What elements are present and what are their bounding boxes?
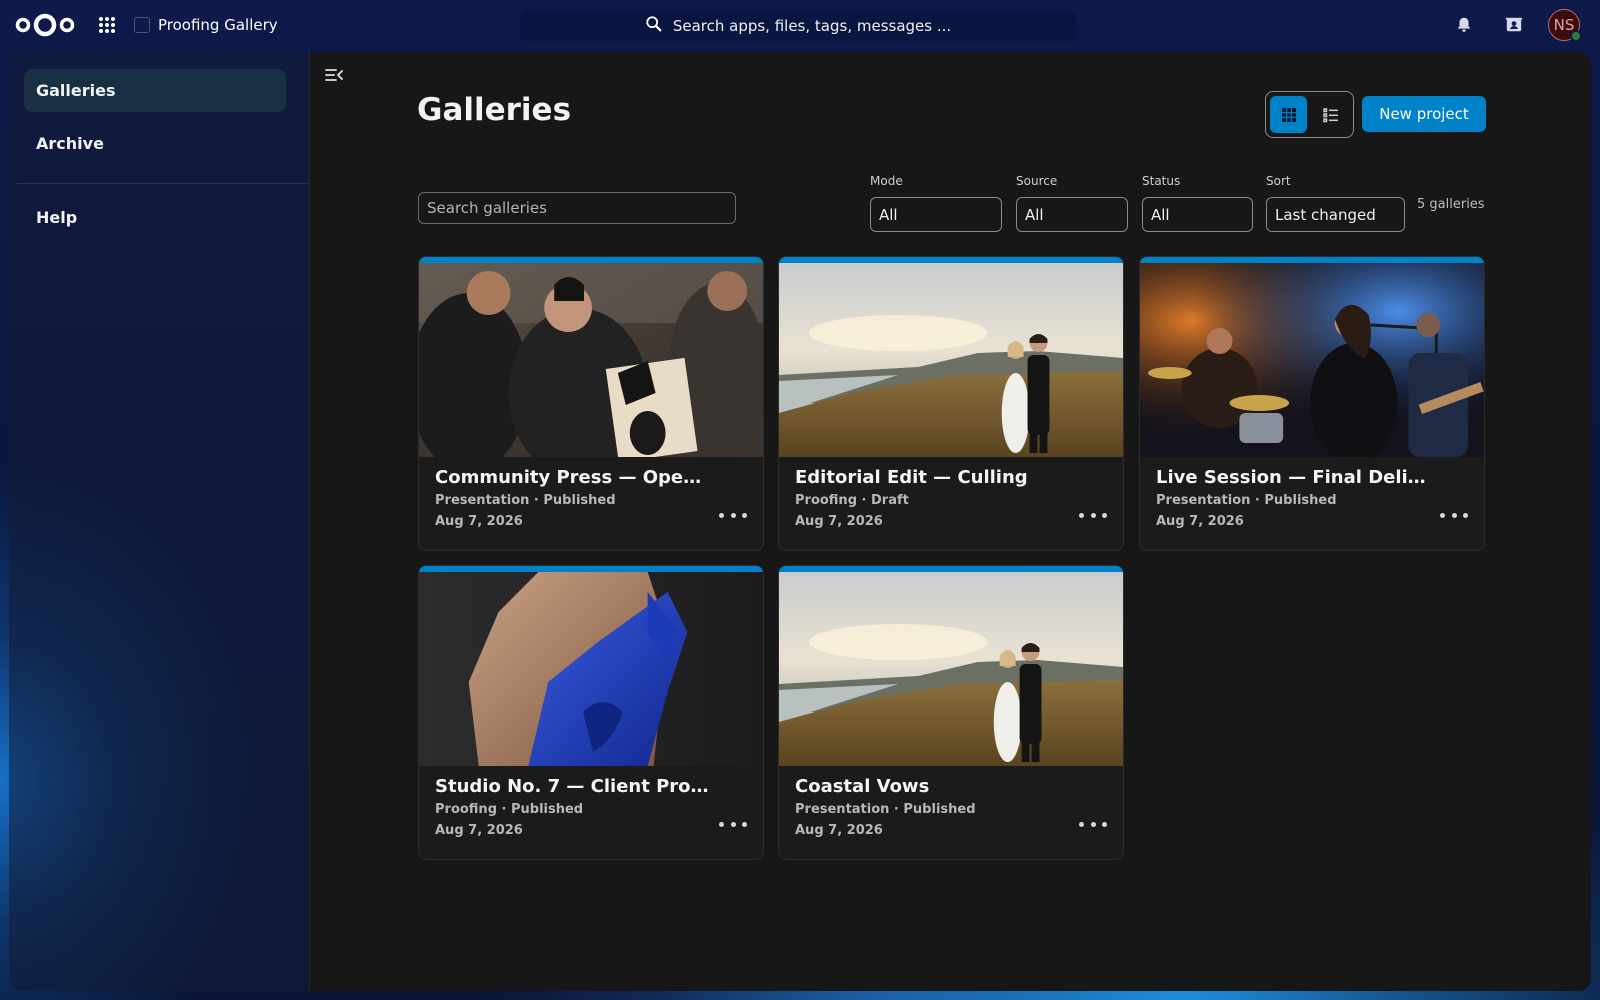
card-date: Aug 7, 2026 (435, 514, 523, 529)
gallery-thumbnail (419, 572, 763, 766)
nextcloud-logo-icon[interactable] (14, 11, 76, 39)
contacts-icon[interactable] (1502, 13, 1526, 37)
search-placeholder: Search apps, files, tags, messages ... (672, 16, 952, 35)
sidebar-item-galleries[interactable]: Galleries (24, 69, 286, 112)
card-meta: Proofing · Published (435, 802, 584, 817)
status-filter-select[interactable]: All (1142, 197, 1253, 232)
gallery-thumbnail (419, 263, 763, 457)
grid-view-icon[interactable] (1270, 96, 1307, 133)
sidebar-item-label: Galleries (36, 81, 116, 100)
gallery-card[interactable]: Editorial Edit — Culling Proofing · Draf… (778, 256, 1124, 551)
search-icon (645, 15, 663, 37)
mode-filter-label: Mode (870, 174, 903, 188)
sort-select[interactable]: Last changed (1266, 197, 1405, 232)
more-actions-icon[interactable] (1079, 505, 1107, 525)
list-view-icon[interactable] (1312, 96, 1349, 133)
sidebar-item-help[interactable]: Help (24, 196, 286, 239)
card-title: Editorial Edit — Culling (795, 467, 1028, 488)
sidebar-item-label: Archive (36, 134, 104, 153)
card-title: Community Press — Ope… (435, 467, 702, 488)
top-header: Proofing Gallery Search apps, files, tag… (0, 0, 1600, 50)
user-avatar[interactable]: NS (1548, 9, 1582, 42)
card-date: Aug 7, 2026 (1156, 514, 1244, 529)
new-project-button[interactable]: New project (1362, 96, 1486, 132)
card-meta: Presentation · Published (795, 802, 976, 817)
app-icon (134, 17, 150, 33)
card-date: Aug 7, 2026 (435, 823, 523, 838)
mode-filter-value: All (879, 205, 898, 224)
gallery-thumbnail (779, 572, 1123, 766)
more-actions-icon[interactable] (1079, 814, 1107, 834)
more-actions-icon[interactable] (719, 505, 747, 525)
app-navigation: Galleries Archive Help (9, 52, 309, 991)
status-filter-label: Status (1142, 174, 1181, 188)
source-filter-label: Source (1016, 174, 1058, 188)
gallery-thumbnail (1140, 263, 1484, 457)
gallery-card[interactable]: Live Session — Final Deli… Presentation … (1139, 256, 1485, 551)
card-title: Live Session — Final Deli… (1156, 467, 1426, 488)
toggle-navigation-icon[interactable] (323, 64, 345, 86)
source-filter-select[interactable]: All (1016, 197, 1128, 232)
unified-search-bar[interactable]: Search apps, files, tags, messages ... (520, 9, 1076, 42)
sort-filter-label: Sort (1266, 174, 1291, 188)
gallery-thumbnail (779, 263, 1123, 457)
gallery-card[interactable]: Studio No. 7 — Client Pro… Proofing · Pu… (418, 565, 764, 860)
bell-icon[interactable] (1452, 13, 1476, 37)
card-meta: Presentation · Published (1156, 493, 1337, 508)
search-galleries-input[interactable] (418, 192, 736, 224)
sidebar-item-archive[interactable]: Archive (24, 122, 286, 165)
sort-value: Last changed (1275, 205, 1376, 224)
current-app-link[interactable]: Proofing Gallery (134, 13, 278, 37)
sidebar-item-label: Help (36, 208, 78, 227)
apps-grid-icon[interactable] (96, 14, 118, 36)
mode-filter-select[interactable]: All (870, 197, 1002, 232)
main-content: Galleries New project Mode All Source Al… (309, 52, 1591, 991)
card-date: Aug 7, 2026 (795, 823, 883, 838)
status-filter-value: All (1151, 205, 1170, 224)
card-date: Aug 7, 2026 (795, 514, 883, 529)
gallery-card[interactable]: Community Press — Ope… Presentation · Pu… (418, 256, 764, 551)
sidebar-divider (17, 183, 309, 184)
view-toggle (1265, 91, 1354, 138)
page-title: Galleries (417, 92, 572, 128)
card-meta: Proofing · Draft (795, 493, 909, 508)
card-title: Studio No. 7 — Client Pro… (435, 776, 709, 797)
gallery-count: 5 galleries (1417, 197, 1485, 212)
more-actions-icon[interactable] (1440, 505, 1468, 525)
card-title: Coastal Vows (795, 776, 930, 797)
card-meta: Presentation · Published (435, 493, 616, 508)
app-title: Proofing Gallery (158, 16, 278, 34)
gallery-card[interactable]: Coastal Vows Presentation · Published Au… (778, 565, 1124, 860)
online-status-indicator (1570, 30, 1582, 42)
more-actions-icon[interactable] (719, 814, 747, 834)
source-filter-value: All (1025, 205, 1044, 224)
